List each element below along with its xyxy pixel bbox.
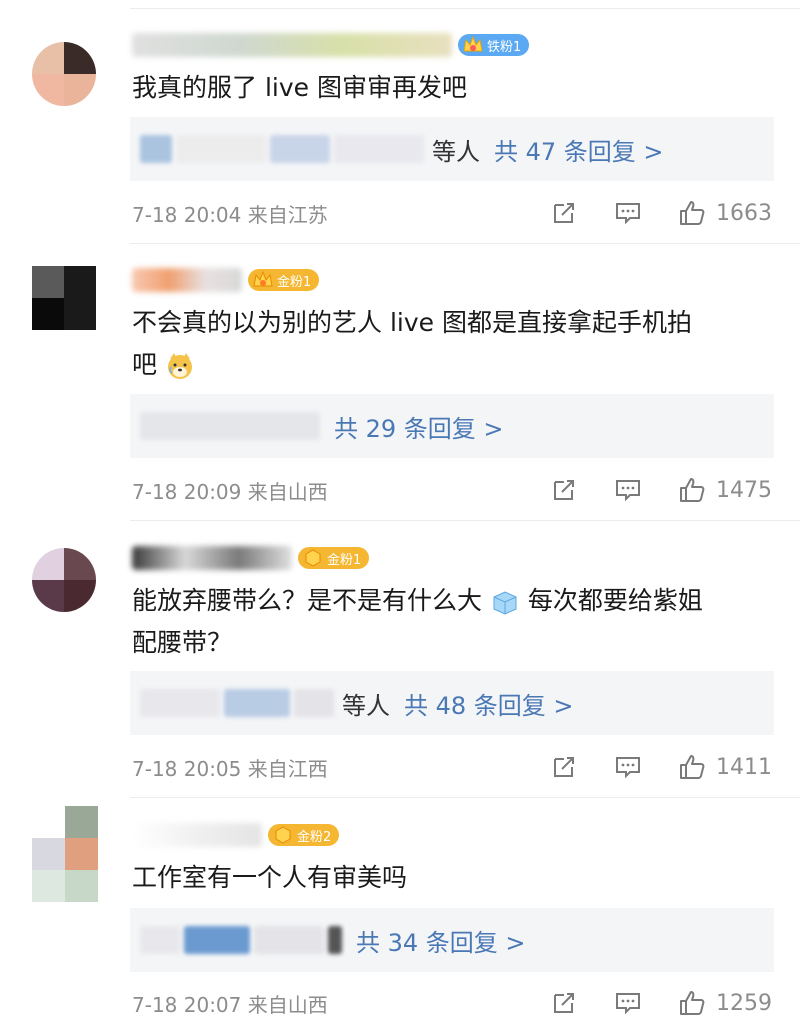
comment-divider — [130, 797, 800, 798]
crown-icon — [272, 825, 294, 845]
comment-divider — [130, 520, 800, 521]
share-icon[interactable] — [550, 476, 578, 504]
action-bar: 1259 — [550, 989, 772, 1017]
username[interactable] — [132, 268, 242, 292]
reply-usernames — [130, 671, 334, 735]
username-row: 金粉2 — [132, 820, 340, 850]
comment-text-fragment: 能放弃腰带么？是不是有什么大 — [132, 586, 483, 615]
fan-badge[interactable]: 金粉1 — [248, 269, 320, 291]
reply-usernames — [130, 908, 342, 972]
top-divider — [130, 8, 800, 9]
avatar[interactable] — [32, 42, 96, 106]
comment-icon[interactable] — [614, 199, 642, 227]
username[interactable] — [132, 823, 262, 847]
comment-text: 我真的服了 live 图审审再发吧 — [132, 73, 467, 102]
crown-icon — [252, 270, 274, 290]
comment-text: 不会真的以为别的艺人 live 图都是直接拿起手机拍 吧 — [132, 302, 782, 386]
reply-preview[interactable]: 共 29 条回复 > — [130, 394, 774, 458]
view-replies-link[interactable]: 共 29 条回复 > — [334, 409, 504, 444]
fan-badge[interactable]: 铁粉1 — [458, 34, 530, 56]
like-count: 1259 — [716, 990, 772, 1016]
timestamp-location: 7-18 20:09 来自山西 — [132, 479, 328, 504]
like-icon[interactable] — [678, 753, 706, 781]
like-count: 1411 — [716, 754, 772, 780]
comment-icon[interactable] — [614, 753, 642, 781]
reply-usernames — [130, 394, 320, 458]
comment-text-line: 配腰带？ — [132, 628, 233, 657]
timestamp-location: 7-18 20:05 来自江西 — [132, 756, 328, 781]
view-replies-link[interactable]: 共 48 条回复 > — [404, 686, 574, 721]
comment-divider — [130, 243, 800, 244]
fan-badge[interactable]: 金粉2 — [268, 824, 340, 846]
like-icon[interactable] — [678, 989, 706, 1017]
reply-preview[interactable]: 等人 共 47 条回复 > — [130, 117, 774, 181]
username-row: 金粉1 — [132, 265, 320, 295]
reply-suffix: 等人 — [432, 137, 480, 166]
like-icon[interactable] — [678, 199, 706, 227]
timestamp-location: 7-18 20:07 来自山西 — [132, 992, 328, 1017]
like-count: 1663 — [716, 200, 772, 226]
share-icon[interactable] — [550, 753, 578, 781]
comment-text-line: 吧 — [132, 344, 782, 386]
reply-preview[interactable]: 等人 共 48 条回复 > — [130, 671, 774, 735]
view-replies-link[interactable]: 共 34 条回复 > — [356, 923, 526, 958]
comment-text-fragment: 每次都要给紫姐 — [527, 586, 703, 615]
reply-usernames — [130, 117, 424, 181]
reply-preview[interactable]: 共 34 条回复 > — [130, 908, 774, 972]
meta-row: 7-18 20:09 来自山西 1475 — [132, 473, 772, 507]
timestamp-location: 7-18 20:04 来自江苏 — [132, 202, 328, 227]
ice-cube-emoji-icon — [490, 587, 520, 617]
crown-icon — [462, 35, 484, 55]
meta-row: 7-18 20:05 来自江西 1411 — [132, 750, 772, 784]
comment-icon[interactable] — [614, 989, 642, 1017]
avatar[interactable] — [32, 806, 98, 902]
comment-text-line: 能放弃腰带么？是不是有什么大 每次都要给紫姐 — [132, 580, 782, 622]
like-count: 1475 — [716, 477, 772, 503]
comment-text-line: 不会真的以为别的艺人 live 图都是直接拿起手机拍 — [132, 308, 692, 337]
avatar[interactable] — [32, 548, 96, 612]
badge-label: 金粉1 — [327, 552, 362, 568]
meta-row: 7-18 20:07 来自山西 1259 — [132, 986, 772, 1020]
fan-badge[interactable]: 金粉1 — [298, 547, 370, 569]
avatar[interactable] — [32, 266, 96, 330]
badge-label: 金粉2 — [297, 829, 332, 845]
doge-emoji-icon — [165, 351, 195, 381]
username[interactable] — [132, 33, 452, 57]
share-icon[interactable] — [550, 199, 578, 227]
action-bar: 1663 — [550, 199, 772, 227]
crown-icon — [302, 548, 324, 568]
view-replies-link[interactable]: 共 47 条回复 > — [494, 132, 664, 167]
username[interactable] — [132, 546, 292, 570]
comment-icon[interactable] — [614, 476, 642, 504]
comment-text: 能放弃腰带么？是不是有什么大 每次都要给紫姐 配腰带？ — [132, 580, 782, 664]
badge-label: 铁粉1 — [487, 39, 522, 55]
reply-suffix: 等人 — [342, 691, 390, 720]
action-bar: 1411 — [550, 753, 772, 781]
badge-label: 金粉1 — [277, 274, 312, 290]
comment-text: 工作室有一个人有审美吗 — [132, 863, 408, 892]
username-row: 铁粉1 — [132, 30, 530, 60]
like-icon[interactable] — [678, 476, 706, 504]
comment-text-fragment: 吧 — [132, 350, 158, 379]
meta-row: 7-18 20:04 来自江苏 1663 — [132, 196, 772, 230]
share-icon[interactable] — [550, 989, 578, 1017]
username-row: 金粉1 — [132, 543, 370, 573]
action-bar: 1475 — [550, 476, 772, 504]
